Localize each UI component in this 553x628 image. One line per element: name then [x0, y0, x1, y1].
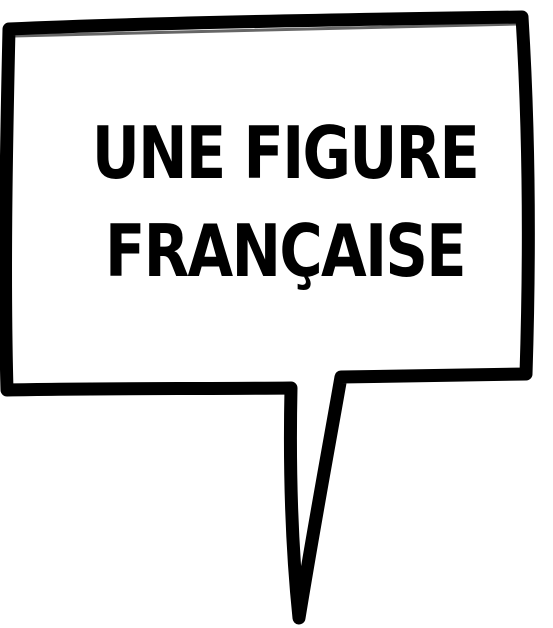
speech-bubble: UNE FIGURE FRANÇAISE — [0, 0, 553, 628]
speech-bubble-outline — [0, 10, 535, 625]
caption-line-2: FRANÇAISE — [105, 209, 467, 293]
caption-line-1: UNE FIGURE — [91, 111, 480, 195]
bubble-caption: UNE FIGURE FRANÇAISE — [68, 104, 503, 300]
